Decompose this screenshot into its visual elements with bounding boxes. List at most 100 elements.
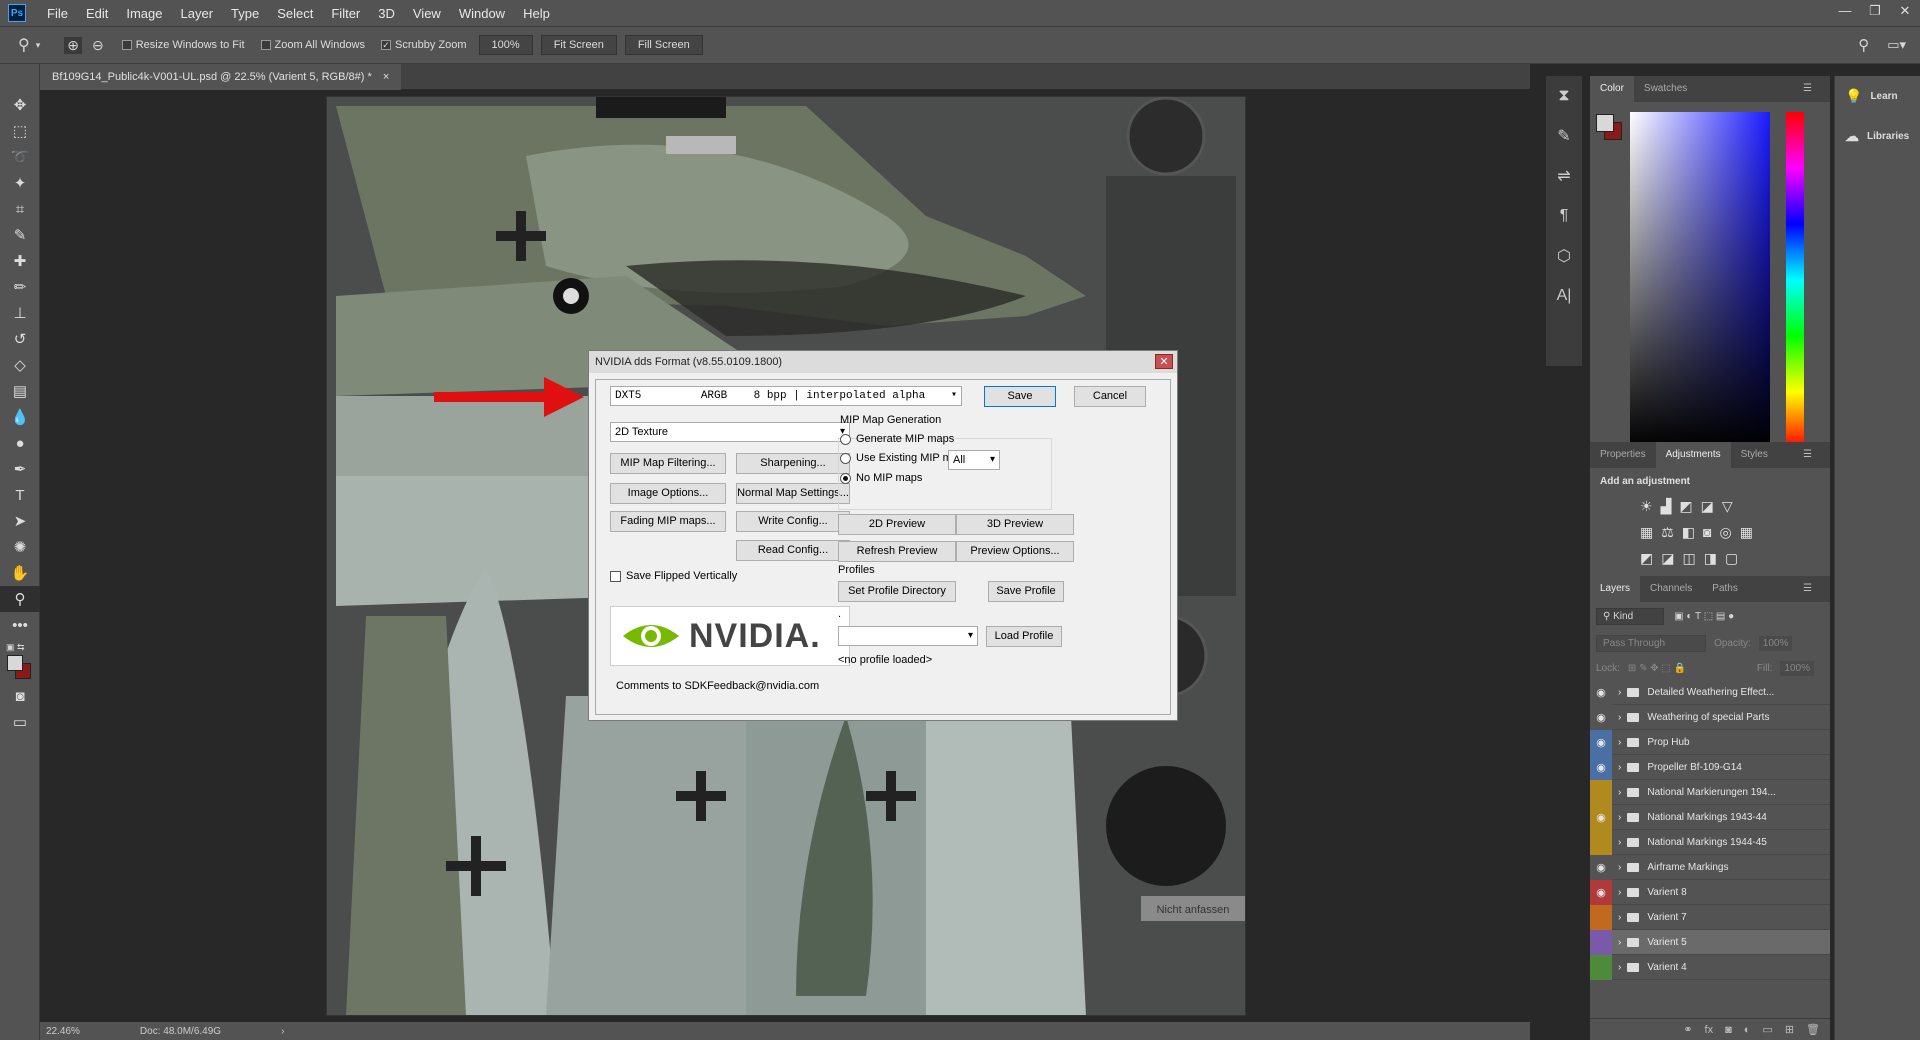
pen-tool-icon[interactable]: ✒ [0,456,40,482]
eye-icon[interactable]: ◉ [1590,804,1612,830]
refresh-preview-button[interactable]: Refresh Preview [838,541,956,562]
lock-icons[interactable]: ⊞ ✎ ✥ ⬚ 🔒 [1628,663,1686,674]
crop-tool-icon[interactable]: ⌗ [0,196,40,222]
texture-type-select[interactable]: 2D Texture [610,422,850,442]
zoom-tool-icon[interactable]: ⚲ [0,586,40,612]
color-lookup-icon[interactable]: ▦ [1740,524,1761,540]
paragraph-panel-icon[interactable]: ¶ [1546,196,1582,236]
layer-row[interactable]: › National Markierungen 194... [1590,779,1830,805]
tab-color[interactable]: Color [1590,76,1634,102]
marquee-tool-icon[interactable]: ⬚ [0,118,40,144]
chevron-right-icon[interactable]: › [1618,937,1621,948]
threshold-icon[interactable]: ◫ [1682,550,1703,566]
layer-row[interactable]: ◉ › Airframe Markings [1590,854,1830,880]
eye-icon[interactable]: ◉ [1590,704,1612,730]
write-config-button[interactable]: Write Config... [736,511,850,532]
chevron-right-icon[interactable]: › [1618,787,1621,798]
layer-row[interactable]: ◉ › National Markings 1943-44 [1590,804,1830,830]
chevron-right-icon[interactable]: › [1618,712,1621,723]
adjustment-layer-icon[interactable]: ◐ [1744,1024,1751,1036]
filter-icons[interactable]: ▣ ◐ T ⬚ ▤ ● [1674,611,1734,622]
layer-row[interactable]: ◉ › Prop Hub [1590,729,1830,755]
more-tools-icon[interactable]: ••• [0,612,40,638]
menu-file[interactable]: File [38,6,77,21]
dialog-close-button[interactable]: ✕ [1155,354,1173,369]
brushes-panel-icon[interactable]: ✎ [1546,116,1582,156]
vibrance-icon[interactable]: ▽ [1722,498,1741,514]
menu-view[interactable]: View [404,6,450,21]
tab-swatches[interactable]: Swatches [1634,76,1697,102]
eraser-tool-icon[interactable]: ◇ [0,352,40,378]
chevron-down-icon[interactable]: ▾ [36,40,41,51]
fg-color-swatch[interactable] [1596,114,1614,132]
posterize-icon[interactable]: ◪ [1661,550,1682,566]
layer-row[interactable]: › Varient 5 [1590,929,1830,955]
bw-icon[interactable]: ◧ [1682,524,1703,540]
3d-panel-icon[interactable]: ⬡ [1546,236,1582,276]
menu-image[interactable]: Image [117,6,171,21]
tab-paths[interactable]: Paths [1702,576,1748,602]
chevron-right-icon[interactable]: › [1618,887,1621,898]
trash-icon[interactable]: 🗑 [1806,1023,1820,1036]
search-icon[interactable]: ⚲ [1858,36,1869,54]
move-tool-icon[interactable]: ✥ [0,92,40,118]
default-colors-icon[interactable]: ▣ ⇆ [6,642,39,653]
hidden-eye-icon[interactable] [1590,904,1612,930]
hsl-icon[interactable]: ▦ [1640,524,1661,540]
fit-screen-button[interactable]: Fit Screen [540,35,617,55]
fx-icon[interactable]: fx [1705,1024,1714,1036]
preview-2d-button[interactable]: 2D Preview [838,514,956,535]
panel-menu-icon[interactable]: ☰ [1793,576,1822,602]
restore-button[interactable]: ❐ [1860,0,1890,22]
adjustments-panel-icon[interactable]: ⇌ [1546,156,1582,196]
brightness-icon[interactable]: ☀ [1640,498,1661,514]
layer-row[interactable]: › Varient 7 [1590,904,1830,930]
path-selection-tool-icon[interactable]: ➤ [0,508,40,534]
photo-filter-icon[interactable]: ◙ [1703,524,1719,540]
set-profile-directory-button[interactable]: Set Profile Directory [838,581,956,602]
zoom-100-button[interactable]: 100% [478,35,533,55]
generate-mip-radio[interactable]: Generate MIP maps [840,433,954,445]
hidden-eye-icon[interactable] [1590,929,1612,955]
zoom-level[interactable]: 22.46% [46,1026,80,1037]
no-mip-radio[interactable]: No MIP maps [840,472,922,484]
dds-format-select[interactable]: DXT5 ARGB 8 bpp | interpolated alpha [610,386,962,406]
read-config-button[interactable]: Read Config... [736,540,850,561]
hue-slider[interactable] [1786,112,1804,448]
menu-type[interactable]: Type [222,6,268,21]
panel-menu-icon[interactable]: ☰ [1793,76,1822,102]
chevron-right-icon[interactable]: › [1618,912,1621,923]
lasso-tool-icon[interactable]: ➰ [0,144,40,170]
tab-properties[interactable]: Properties [1590,442,1656,468]
zoom-tool-icon[interactable]: ⚲ [18,35,30,55]
chevron-right-icon[interactable]: › [1618,762,1621,773]
chevron-right-icon[interactable]: › [1618,862,1621,873]
chevron-right-icon[interactable]: › [1618,962,1621,973]
link-icon[interactable]: ⚭ [1683,1023,1692,1036]
workspace-icon[interactable]: ▭▾ [1887,37,1906,53]
type-tool-icon[interactable]: T [0,482,40,508]
new-group-icon[interactable]: ▭ [1762,1023,1772,1036]
chevron-right-icon[interactable]: › [1618,837,1621,848]
blend-mode-select[interactable]: Pass Through [1596,634,1707,652]
menu-edit[interactable]: Edit [77,6,117,21]
eye-icon[interactable]: ◉ [1590,729,1612,755]
save-profile-button[interactable]: Save Profile [988,581,1064,602]
brush-tool-icon[interactable]: ✏ [0,274,40,300]
curves-icon[interactable]: ◩ [1679,498,1700,514]
libraries-item[interactable]: ☁ Libraries [1835,116,1920,156]
close-tab-icon[interactable]: × [383,71,389,83]
minimize-button[interactable]: — [1830,0,1860,22]
screen-mode-icon[interactable]: ▭ [0,709,40,735]
layer-row[interactable]: ◉ › Detailed Weathering Effect... [1590,679,1830,705]
opacity-input[interactable]: 100% [1758,635,1793,651]
chevron-right-icon[interactable]: › [1618,812,1621,823]
save-flipped-checkbox[interactable]: Save Flipped Vertically [610,570,737,582]
chevron-right-icon[interactable]: › [1618,737,1621,748]
hand-tool-icon[interactable]: ✋ [0,560,40,586]
gradient-tool-icon[interactable]: ▤ [0,378,40,404]
kind-filter[interactable]: ⚲ Kind [1596,607,1665,625]
history-brush-tool-icon[interactable]: ↺ [0,326,40,352]
invert-icon[interactable]: ◩ [1640,550,1661,566]
tab-styles[interactable]: Styles [1731,442,1778,468]
